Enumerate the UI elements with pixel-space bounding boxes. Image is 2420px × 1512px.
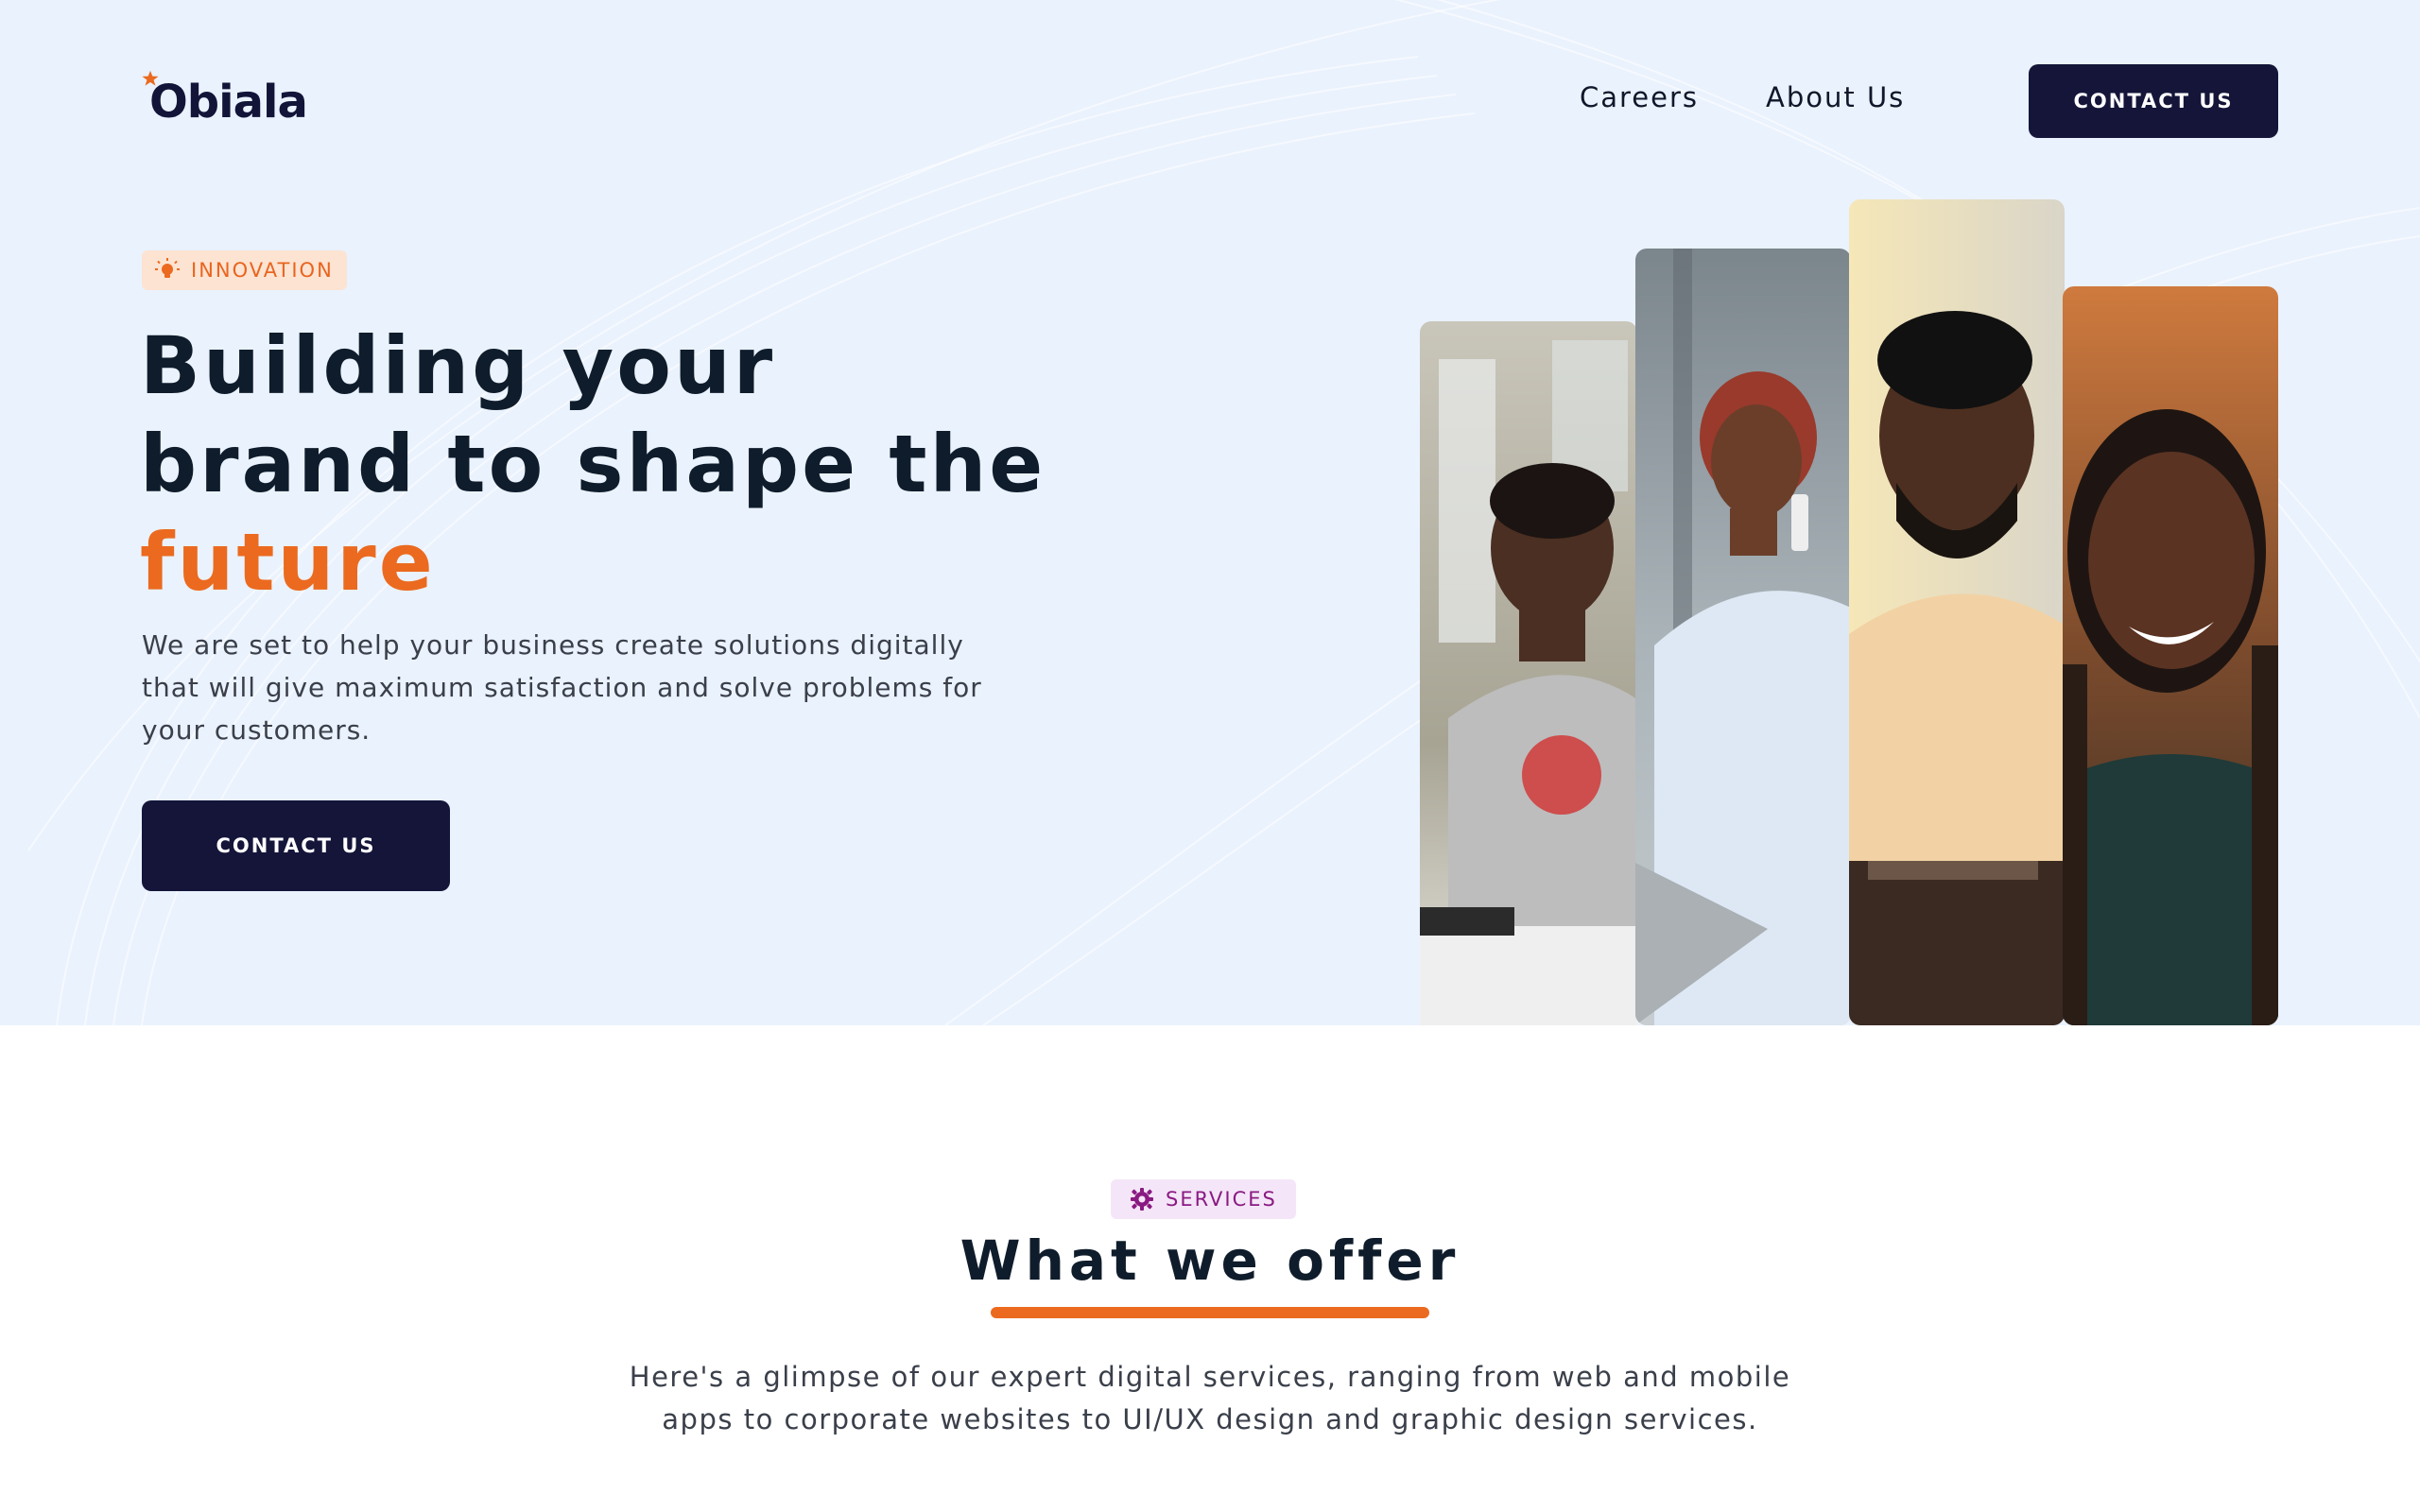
- services-description-line-1: Here's a glimpse of our expert digital s…: [629, 1361, 1791, 1393]
- headline-line-1: Building your: [140, 319, 776, 412]
- header-contact-button[interactable]: CONTACT US: [2029, 64, 2278, 138]
- hero-section: Obiala Careers About Us CONTACT US INNOV…: [0, 0, 2420, 1025]
- photo-man-laptop: [1420, 321, 1637, 1025]
- star-icon: [142, 70, 159, 86]
- innovation-tag-label: INNOVATION: [191, 259, 334, 282]
- innovation-tag: INNOVATION: [142, 250, 347, 290]
- services-description: Here's a glimpse of our expert digital s…: [0, 1356, 2420, 1441]
- hero-headline: Building your brand to shape the future: [140, 317, 1066, 611]
- gear-icon: [1131, 1188, 1153, 1211]
- photo-man-smiling: [1849, 199, 2065, 1025]
- services-tag-label: SERVICES: [1166, 1188, 1277, 1211]
- headline-line-2: brand to shape the: [140, 418, 1046, 510]
- nav-careers[interactable]: Careers: [1580, 81, 1699, 113]
- services-tag: SERVICES: [1111, 1179, 1296, 1219]
- logo-text: Obiala: [149, 76, 308, 129]
- photo-woman-phone: [1635, 249, 1851, 1025]
- brand-logo[interactable]: Obiala: [140, 70, 308, 130]
- lightbulb-icon: [155, 258, 180, 278]
- nav-about-us[interactable]: About Us: [1766, 81, 1905, 113]
- hero-description: We are set to help your business create …: [142, 629, 982, 746]
- hero-contact-button[interactable]: CONTACT US: [142, 800, 450, 891]
- services-title: What we offer: [959, 1228, 1461, 1293]
- headline-accent: future: [140, 516, 436, 609]
- photo-woman-smiling: [2063, 286, 2278, 1025]
- services-description-line-2: apps to corporate websites to UI/UX desi…: [662, 1403, 1758, 1435]
- title-underline: [991, 1307, 1429, 1318]
